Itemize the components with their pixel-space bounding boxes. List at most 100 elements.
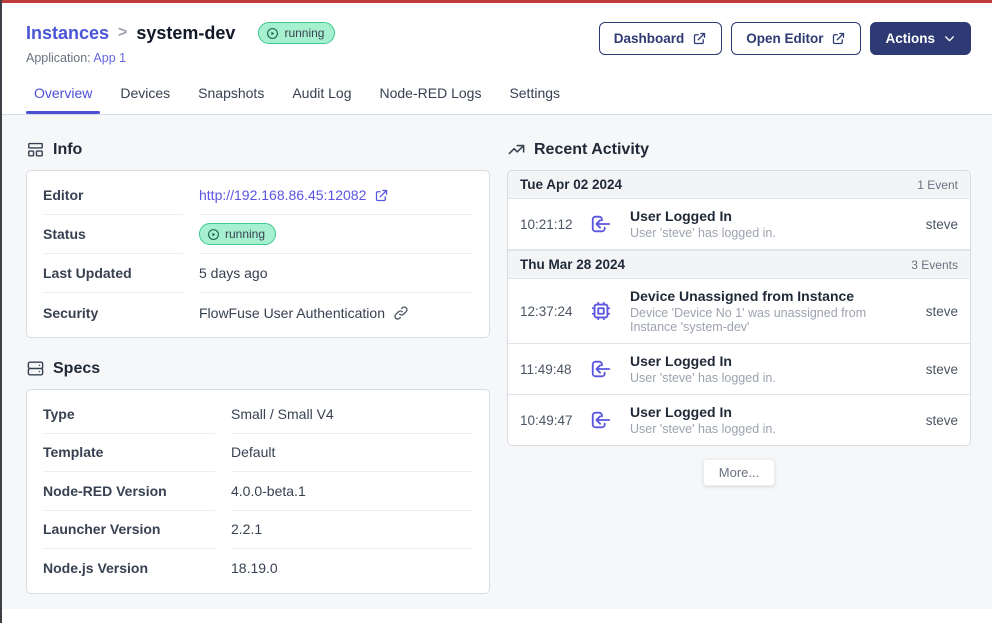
left-column: Info Editor http://192.168.86.45:12082 S…	[26, 140, 490, 594]
page-title: system-dev	[136, 23, 235, 44]
activity-event-row: 11:49:48 User Logged In User 'steve' has…	[508, 344, 970, 395]
specs-title: Specs	[53, 360, 100, 378]
right-column: Recent Activity Tue Apr 02 2024 1 Event …	[507, 140, 971, 594]
specs-row-launcher-version: Launcher Version 2.2.1	[43, 511, 473, 550]
more-button[interactable]: More...	[703, 459, 775, 486]
activity-group-date: Tue Apr 02 2024	[520, 177, 622, 192]
tab-snapshots[interactable]: Snapshots	[198, 85, 264, 114]
event-user: steve	[926, 217, 958, 232]
event-description: User 'steve' has logged in.	[630, 371, 904, 385]
event-time: 10:49:47	[520, 413, 578, 428]
play-circle-icon	[207, 228, 220, 241]
info-status-label: Status	[43, 215, 183, 254]
info-title: Info	[53, 141, 82, 159]
status-badge-label: running	[284, 26, 324, 40]
application-link[interactable]: App 1	[93, 51, 126, 65]
specs-node-red-version-label: Node-RED Version	[43, 472, 215, 511]
event-title: User Logged In	[630, 404, 904, 420]
breadcrumb: Instances > system-dev running	[26, 22, 335, 44]
tab-devices[interactable]: Devices	[120, 85, 170, 114]
main-content: Info Editor http://192.168.86.45:12082 S…	[0, 115, 992, 609]
specs-node-red-version-value: 4.0.0-beta.1	[231, 472, 473, 511]
specs-nodejs-version-value: 18.19.0	[231, 549, 473, 588]
activity-event-row: 12:37:24 Device Unassigned from Instance…	[508, 279, 970, 344]
application-row: Application: App 1	[26, 51, 335, 65]
external-link-icon	[831, 31, 846, 46]
activity-card: Tue Apr 02 2024 1 Event 10:21:12 User Lo…	[507, 170, 971, 446]
specs-template-label: Template	[43, 434, 215, 473]
page-header: Instances > system-dev running Applicati…	[0, 0, 992, 115]
event-title: User Logged In	[630, 353, 904, 369]
activity-group-count: 1 Event	[917, 178, 958, 192]
activity-group-count: 3 Events	[911, 258, 958, 272]
chevron-down-icon	[943, 32, 956, 45]
header-buttons: Dashboard Open Editor Actions	[599, 22, 971, 55]
specs-type-value: Small / Small V4	[231, 395, 473, 434]
breadcrumb-separator: >	[118, 24, 127, 42]
event-user: steve	[926, 362, 958, 377]
external-link-icon	[374, 188, 389, 203]
activity-event-row: 10:49:47 User Logged In User 'steve' has…	[508, 395, 970, 445]
editor-url-link[interactable]: http://192.168.86.45:12082	[199, 187, 389, 203]
event-description: User 'steve' has logged in.	[630, 422, 904, 436]
info-row-last-updated: Last Updated 5 days ago	[43, 254, 473, 293]
info-row-status: Status running	[43, 215, 473, 254]
event-description: User 'steve' has logged in.	[630, 226, 904, 240]
event-description: Device 'Device No 1' was unassigned from…	[630, 306, 904, 334]
trending-up-icon	[507, 140, 526, 159]
dashboard-button-label: Dashboard	[614, 31, 685, 46]
specs-launcher-version-label: Launcher Version	[43, 511, 215, 550]
event-title: User Logged In	[630, 208, 904, 224]
info-row-editor: Editor http://192.168.86.45:12082	[43, 176, 473, 215]
specs-row-nodejs-version: Node.js Version 18.19.0	[43, 549, 473, 588]
event-title: Device Unassigned from Instance	[630, 288, 904, 304]
info-security-value: FlowFuse User Authentication	[199, 305, 385, 321]
window-left-edge	[0, 0, 2, 623]
specs-card: Type Small / Small V4 Template Default N…	[26, 389, 490, 594]
tab-node-red-logs[interactable]: Node-RED Logs	[380, 85, 482, 114]
open-editor-button[interactable]: Open Editor	[731, 22, 861, 55]
specs-launcher-version-value: 2.2.1	[231, 511, 473, 550]
specs-template-value: Default	[231, 434, 473, 473]
external-link-icon	[692, 31, 707, 46]
event-time: 12:37:24	[520, 304, 578, 319]
server-icon	[26, 359, 45, 378]
event-user: steve	[926, 413, 958, 428]
info-row-security: Security FlowFuse User Authentication	[43, 293, 473, 332]
specs-type-label: Type	[43, 395, 215, 434]
event-time: 10:21:12	[520, 217, 578, 232]
info-last-updated-value: 5 days ago	[199, 254, 473, 293]
status-badge: running	[258, 22, 335, 44]
status-badge-label: running	[225, 227, 265, 241]
info-last-updated-label: Last Updated	[43, 254, 183, 293]
open-editor-button-label: Open Editor	[746, 31, 823, 46]
activity-group-date: Thu Mar 28 2024	[520, 257, 625, 272]
tab-settings[interactable]: Settings	[509, 85, 560, 114]
chip-icon	[590, 300, 612, 322]
recent-activity-title: Recent Activity	[534, 141, 649, 159]
login-icon	[590, 358, 612, 380]
actions-button-label: Actions	[885, 31, 935, 46]
login-icon	[590, 213, 612, 235]
template-icon	[26, 140, 45, 159]
tab-audit-log[interactable]: Audit Log	[292, 85, 351, 114]
info-card: Editor http://192.168.86.45:12082 Status…	[26, 170, 490, 338]
specs-nodejs-version-label: Node.js Version	[43, 549, 215, 588]
tab-bar: Overview Devices Snapshots Audit Log Nod…	[26, 85, 971, 114]
specs-row-type: Type Small / Small V4	[43, 395, 473, 434]
specs-heading: Specs	[26, 359, 490, 378]
breadcrumb-instances-link[interactable]: Instances	[26, 23, 109, 44]
actions-button[interactable]: Actions	[870, 22, 971, 55]
event-user: steve	[926, 304, 958, 319]
dashboard-button[interactable]: Dashboard	[599, 22, 723, 55]
link-icon[interactable]	[393, 305, 409, 321]
recent-activity-heading: Recent Activity	[507, 140, 971, 159]
info-heading: Info	[26, 140, 490, 159]
specs-row-template: Template Default	[43, 434, 473, 473]
activity-group-header: Tue Apr 02 2024 1 Event	[508, 171, 970, 199]
event-time: 11:49:48	[520, 362, 578, 377]
play-circle-icon	[266, 27, 279, 40]
info-security-label: Security	[43, 293, 183, 332]
window-top-edge	[0, 0, 992, 3]
tab-overview[interactable]: Overview	[34, 85, 92, 114]
